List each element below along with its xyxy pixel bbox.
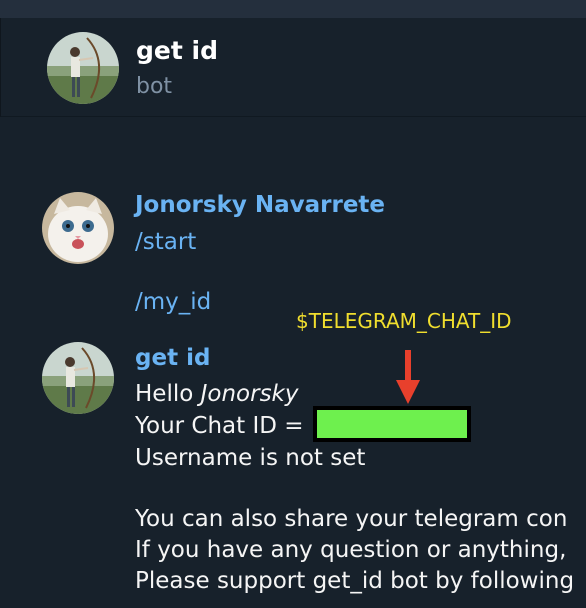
hello-line: Hello Jonorsky [135, 381, 298, 407]
my-id-command-link[interactable]: /my_id [135, 289, 211, 315]
chat-header[interactable]: get id bot [0, 18, 586, 117]
chat-title: get id [136, 36, 218, 65]
window-top-bar [0, 0, 586, 18]
hello-prefix: Hello [135, 381, 201, 407]
annotation-label: $TELEGRAM_CHAT_ID [296, 309, 512, 333]
archer-photo-icon [47, 32, 119, 104]
support-line: Please support get_id bot by following [135, 568, 575, 594]
chat-subtitle: bot [136, 74, 173, 99]
user-avatar[interactable] [42, 192, 114, 264]
message-list[interactable]: Jonorsky Navarrete /start /my_id $TELEGR… [0, 117, 586, 608]
user-sender-name[interactable]: Jonorsky Navarrete [135, 192, 385, 218]
chat-id-redaction [313, 406, 471, 442]
start-command-link[interactable]: /start [135, 229, 196, 255]
hello-name: Jonorsky [200, 381, 299, 407]
cat-photo-icon [42, 192, 114, 264]
red-arrow-icon [396, 350, 420, 404]
share-line: You can also share your telegram con [135, 506, 568, 532]
bot-sender-name[interactable]: get id [135, 345, 210, 371]
bot-avatar[interactable] [47, 32, 119, 104]
bot-avatar-message[interactable] [42, 342, 114, 414]
chat-id-label: Your Chat ID = [135, 413, 304, 439]
username-line: Username is not set [135, 445, 366, 471]
archer-photo-icon [42, 342, 114, 414]
question-line: If you have any question or anything, [135, 537, 567, 563]
